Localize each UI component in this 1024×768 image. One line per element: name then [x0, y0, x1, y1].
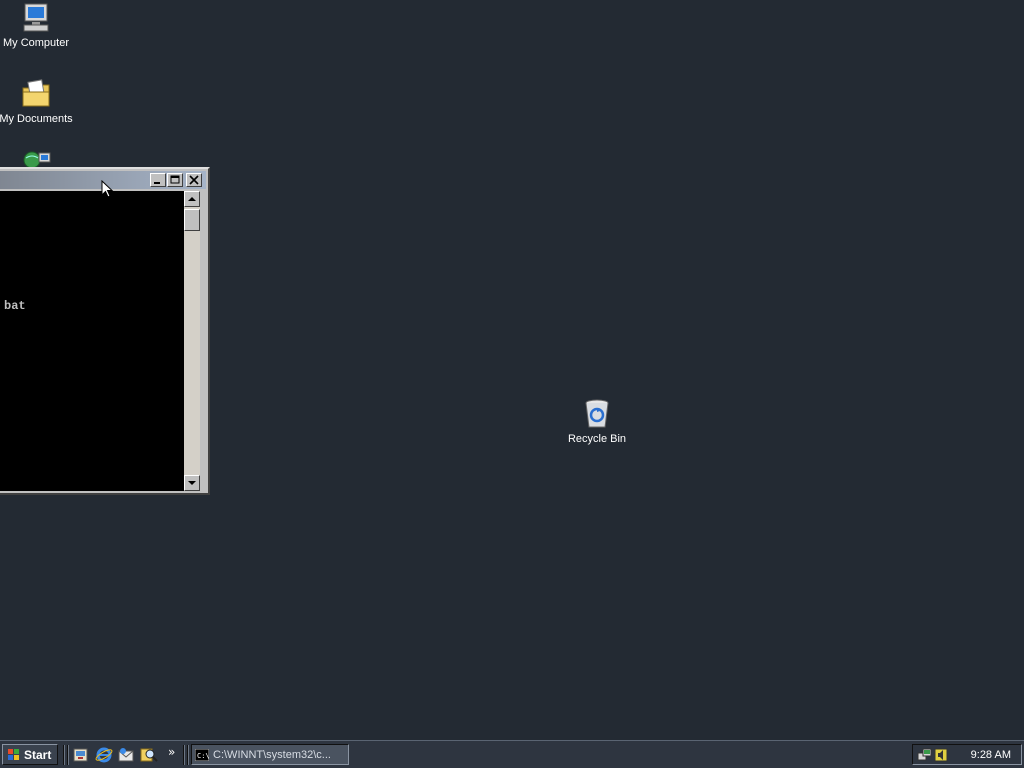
console-output-area[interactable]: bat — [0, 191, 184, 491]
my-computer-icon — [23, 3, 49, 32]
desktop-icon-label: Recycle Bin — [567, 433, 627, 445]
taskbar-separator — [63, 745, 65, 765]
console-window[interactable]: bat — [0, 167, 210, 495]
recycle-bin-icon — [585, 399, 609, 428]
taskbar-separator — [67, 745, 69, 765]
scroll-up-button[interactable] — [184, 191, 200, 207]
desktop-icon-my-documents[interactable]: My Documents — [0, 78, 76, 125]
desktop-icon-recycle-bin[interactable]: Recycle Bin — [557, 398, 637, 445]
task-button-label: C:\WINNT\system32\c... — [213, 748, 331, 761]
taskbar-separator — [183, 745, 185, 765]
show-desktop-icon[interactable] — [72, 746, 90, 764]
arrow-down-icon — [188, 481, 196, 485]
scroll-thumb[interactable] — [184, 209, 200, 231]
command-prompt-icon: C:\ — [195, 748, 209, 761]
maximize-icon — [170, 175, 180, 184]
mouse-cursor-icon — [101, 180, 114, 198]
svg-text:C:\: C:\ — [197, 752, 209, 760]
internet-explorer-icon[interactable] — [95, 746, 113, 764]
windows-logo-icon — [8, 748, 19, 760]
quick-launch-chevron[interactable]: » — [168, 745, 175, 759]
minimize-button[interactable] — [150, 173, 166, 187]
desktop-icon-my-computer[interactable]: My Computer — [0, 2, 76, 49]
arrow-up-icon — [188, 197, 196, 201]
minimize-icon — [154, 182, 160, 184]
task-button-command-prompt[interactable]: C:\ C:\WINNT\system32\c... — [191, 744, 349, 765]
outlook-express-icon[interactable] — [117, 746, 135, 764]
search-icon[interactable] — [140, 746, 158, 764]
console-text: bat — [4, 299, 26, 313]
close-icon — [189, 175, 199, 185]
close-button[interactable] — [186, 173, 202, 187]
start-label: Start — [24, 747, 52, 762]
start-button[interactable]: Start — [2, 744, 58, 765]
volume-icon[interactable] — [934, 748, 948, 762]
scroll-down-button[interactable] — [184, 475, 200, 491]
network-status-icon[interactable] — [917, 747, 933, 763]
desktop-icon-label: My Documents — [0, 113, 73, 125]
desktop-icon-label: My Computer — [2, 37, 70, 49]
clock[interactable]: 9:28 AM — [971, 749, 1011, 761]
taskbar: Start » C:\ C:\WINNT\system32\c... 9:28 … — [0, 740, 1024, 768]
maximize-button[interactable] — [167, 173, 183, 187]
taskbar-separator — [187, 745, 189, 765]
system-tray: 9:28 AM — [912, 744, 1022, 765]
my-documents-icon — [22, 79, 50, 107]
vertical-scrollbar[interactable] — [184, 191, 200, 491]
